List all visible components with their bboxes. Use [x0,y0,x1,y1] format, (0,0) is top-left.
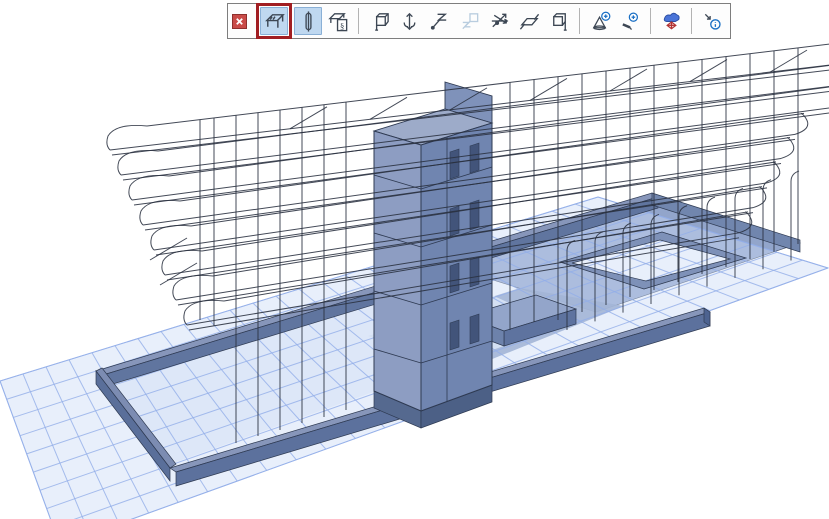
zoom-to-cone-button[interactable] [586,7,614,35]
close-icon [235,17,244,26]
skew-icon [518,10,541,33]
toolbar-close-button[interactable] [232,14,247,29]
stretch-button[interactable] [425,7,453,35]
skew-button[interactable] [515,7,543,35]
drag-copy-button[interactable] [545,7,573,35]
elevate-icon [398,10,421,33]
stretch-icon [428,10,451,33]
toolbar-items: § [256,4,726,38]
gravity-button[interactable] [657,7,685,35]
editing-plane-icon [263,10,286,33]
zoom-line-icon [619,10,642,33]
3d-viewport[interactable]: § [0,0,829,519]
multiply-button[interactable] [485,7,513,35]
element-info-icon [701,10,724,33]
gravity-icon [660,10,683,33]
copy-settings-button[interactable]: § [324,7,352,35]
zoom-to-line-button[interactable] [616,7,644,35]
highlight-annotation [256,3,292,39]
drag-icon [368,10,391,33]
show-editing-plane-button[interactable] [260,7,288,35]
elevate-button[interactable] [395,7,423,35]
toolbar-separator [691,8,692,34]
drag-button[interactable] [365,7,393,35]
toolbar-separator [650,8,651,34]
vertical-marker-icon [297,10,320,33]
copy-settings-icon: § [327,10,350,33]
3d-model-view[interactable] [0,0,829,519]
editing-plane-marker-button[interactable] [294,7,322,35]
zoom-cone-icon [589,10,612,33]
toolbar-separator [579,8,580,34]
svg-text:§: § [339,20,343,30]
toolbar-separator [358,8,359,34]
rotate-icon [458,10,481,33]
multiply-icon [488,10,511,33]
element-info-button[interactable] [698,7,726,35]
drag-copy-icon [548,10,571,33]
floating-toolbar: § [227,3,731,39]
rotate-button[interactable] [455,7,483,35]
